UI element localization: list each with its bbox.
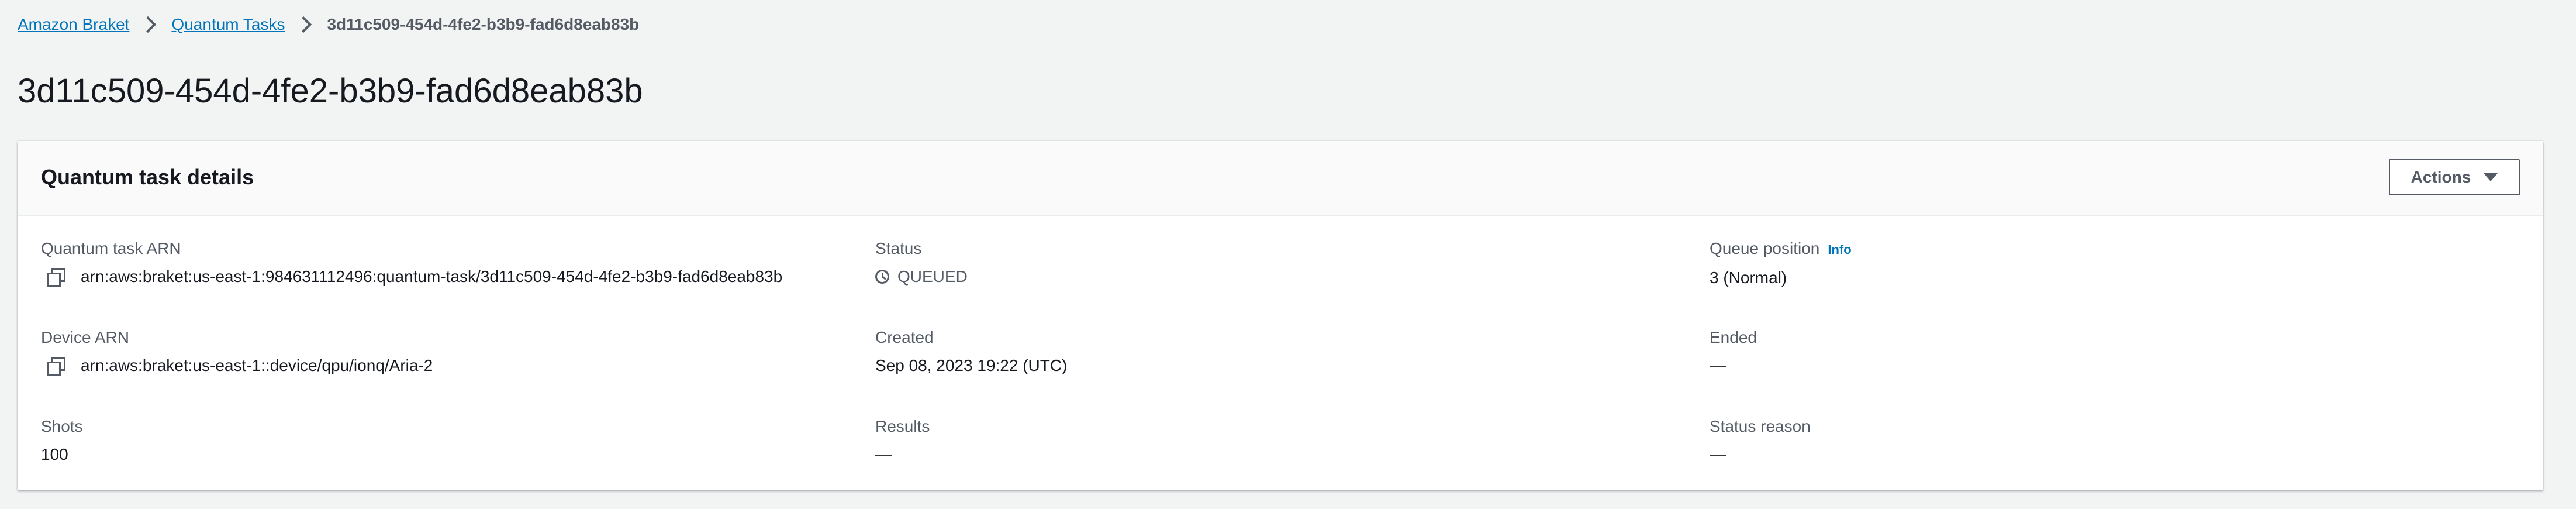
device-arn-value-row: arn:aws:braket:us-east-1::device/qpu/ion… <box>41 355 848 376</box>
field-status: Status QUEUED <box>875 238 1682 287</box>
results-value: — <box>875 445 892 463</box>
queue-position-label: Queue position <box>1710 239 1820 257</box>
task-arn-value-row: arn:aws:braket:us-east-1:984631112496:qu… <box>41 266 848 287</box>
copy-icon[interactable] <box>47 357 65 376</box>
results-label: Results <box>875 417 930 435</box>
field-created: Created Sep 08, 2023 19:22 (UTC) <box>875 327 1682 376</box>
ended-label: Ended <box>1710 328 1757 346</box>
field-queue-position: Queue position Info 3 (Normal) <box>1710 238 2516 288</box>
actions-button-label: Actions <box>2411 168 2471 186</box>
breadcrumb-current: 3d11c509-454d-4fe2-b3b9-fad6d8eab83b <box>327 15 640 33</box>
queue-position-value: 3 (Normal) <box>1710 269 1787 287</box>
field-shots: Shots 100 <box>41 416 848 465</box>
shots-value: 100 <box>41 445 68 463</box>
field-status-reason: Status reason — <box>1710 416 2516 465</box>
caret-down-icon <box>2484 173 2498 181</box>
status-value: QUEUED <box>897 267 968 286</box>
clock-icon <box>875 270 889 284</box>
status-reason-value: — <box>1710 445 1726 463</box>
queue-position-info-link[interactable]: Info <box>1828 242 1851 257</box>
ended-value: — <box>1710 356 1726 374</box>
field-task-arn: Quantum task ARN arn:aws:braket:us-east-… <box>41 238 848 287</box>
field-ended: Ended — <box>1710 327 2516 376</box>
chevron-right-icon <box>140 16 157 33</box>
status-reason-label: Status reason <box>1710 417 1811 435</box>
breadcrumb: Amazon Braket Quantum Tasks 3d11c509-454… <box>18 14 639 35</box>
device-arn-value: arn:aws:braket:us-east-1::device/qpu/ion… <box>81 356 433 374</box>
field-device-arn: Device ARN arn:aws:braket:us-east-1::dev… <box>41 327 848 376</box>
chevron-right-icon <box>295 16 312 33</box>
queue-position-label-row: Queue position Info <box>1710 238 2516 260</box>
breadcrumb-link-amazon-braket[interactable]: Amazon Braket <box>18 14 129 35</box>
field-results: Results — <box>875 416 1682 465</box>
actions-dropdown-button[interactable]: Actions <box>2389 159 2520 195</box>
quantum-task-details-panel: Quantum task details Actions Quantum tas… <box>18 141 2543 490</box>
created-label: Created <box>875 328 934 346</box>
status-label: Status <box>875 239 922 257</box>
breadcrumb-link-quantum-tasks[interactable]: Quantum Tasks <box>171 14 285 35</box>
device-arn-label: Device ARN <box>41 328 129 346</box>
shots-label: Shots <box>41 417 83 435</box>
page-title: 3d11c509-454d-4fe2-b3b9-fad6d8eab83b <box>18 72 643 110</box>
task-arn-value: arn:aws:braket:us-east-1:984631112496:qu… <box>81 267 783 286</box>
copy-icon[interactable] <box>47 268 65 287</box>
status-value-row: QUEUED <box>875 266 1682 287</box>
panel-header: Quantum task details Actions <box>18 141 2543 216</box>
task-arn-label: Quantum task ARN <box>41 239 181 257</box>
panel-title: Quantum task details <box>41 165 254 189</box>
created-value: Sep 08, 2023 19:22 (UTC) <box>875 356 1068 374</box>
